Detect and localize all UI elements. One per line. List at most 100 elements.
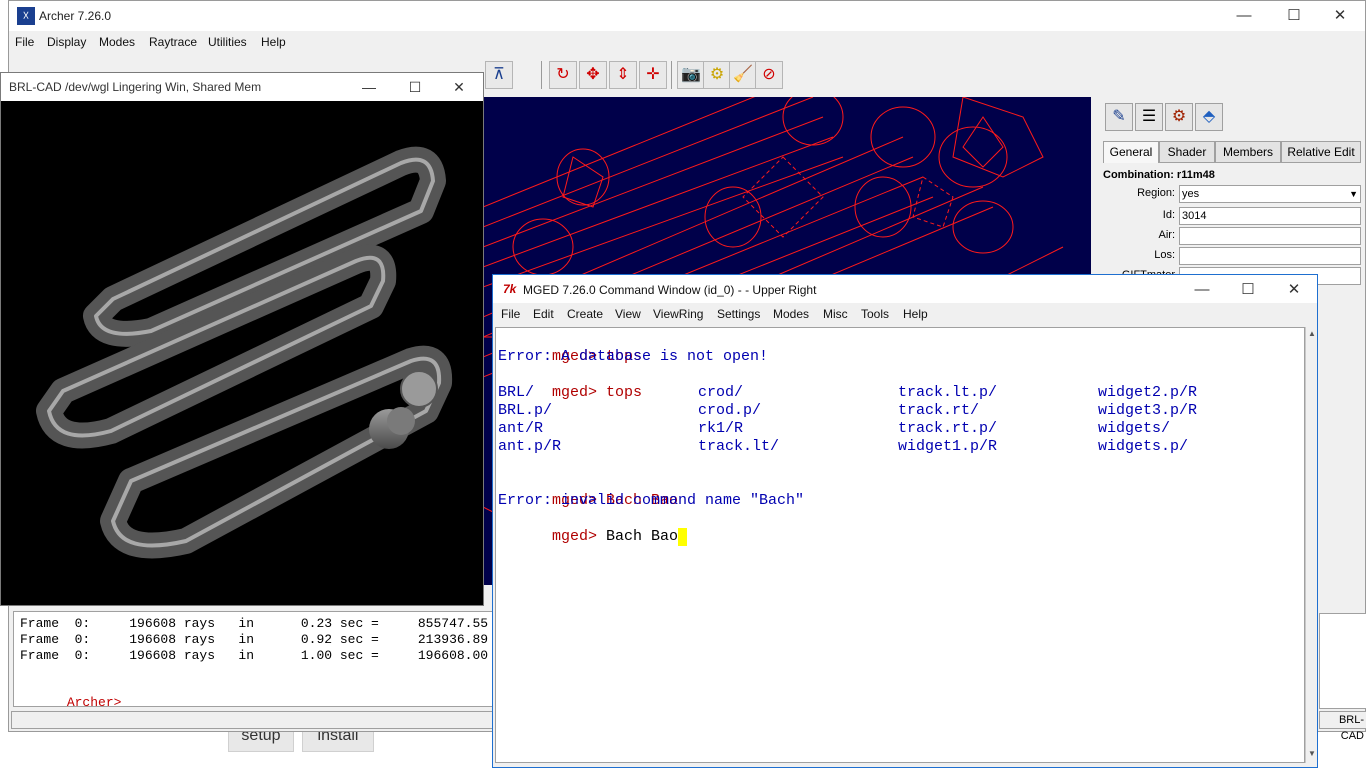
menu-raytrace[interactable]: Raytrace: [149, 35, 197, 49]
los-field[interactable]: [1179, 247, 1361, 265]
tab-members[interactable]: Members: [1215, 141, 1281, 163]
list-item: track.rt.p/: [898, 420, 998, 437]
right-console-pane[interactable]: [1319, 613, 1366, 709]
mged-prompt: mged>: [552, 528, 598, 545]
menu-misc[interactable]: Misc: [823, 307, 848, 321]
console-line: Frame 0: 196608 rays in 0.23 sec = 85574…: [20, 616, 489, 631]
id-field[interactable]: 3014: [1179, 207, 1361, 225]
tk-feather-icon: 7k: [503, 282, 517, 296]
region-label: Region:: [1137, 187, 1175, 199]
terminal-input-line[interactable]: mged> Bach Bao: [498, 510, 688, 546]
brlcad-titlebar[interactable]: BRL-CAD /dev/wgl Lingering Win, Shared M…: [1, 73, 483, 101]
menu-settings[interactable]: Settings: [717, 307, 760, 321]
list-item: widget1.p/R: [898, 438, 998, 455]
settings-gear-icon[interactable]: ⚙: [703, 61, 731, 89]
region-select[interactable]: yes ▼: [1179, 185, 1361, 203]
tools-gear-icon[interactable]: ⚙: [1165, 103, 1193, 131]
scroll-up-icon[interactable]: ▲: [1307, 329, 1317, 339]
tab-shader[interactable]: Shader: [1159, 141, 1215, 163]
broom-icon[interactable]: 🧹: [729, 61, 757, 89]
list-item: track.lt/: [698, 438, 780, 455]
list-item: ant.p/R: [498, 438, 562, 455]
rotate-icon[interactable]: ↻: [549, 61, 577, 89]
menu-create[interactable]: Create: [567, 307, 603, 321]
vertical-scrollbar[interactable]: ▲ ▼: [1305, 327, 1317, 763]
archer-menubar: File Display Modes Raytrace Utilities He…: [9, 31, 1365, 53]
maximize-button[interactable]: ☐: [1271, 3, 1317, 29]
list-item: widget2.p/R: [1098, 384, 1198, 401]
menu-display[interactable]: Display: [47, 35, 86, 49]
stop-icon[interactable]: ⊘: [755, 61, 783, 89]
minimize-button[interactable]: —: [1221, 3, 1267, 29]
list-item: track.rt/: [898, 402, 980, 419]
archer-titlebar[interactable]: ☓ Archer 7.26.0 — ☐ ✕: [9, 1, 1365, 31]
list-item: track.lt.p/: [898, 384, 998, 401]
archer-status-bar: [11, 711, 495, 729]
archer-prompt: Archer>: [66, 695, 122, 707]
ruler-icon[interactable]: ⊼: [485, 61, 513, 89]
toolbar-separator: [541, 61, 542, 89]
raytraced-tracks-image: [36, 146, 453, 559]
layers-icon[interactable]: ⬘: [1195, 103, 1223, 131]
menu-tools[interactable]: Tools: [861, 307, 889, 321]
minimize-button[interactable]: —: [1179, 277, 1225, 303]
mged-menubar: File Edit Create View ViewRing Settings …: [493, 303, 1317, 325]
list-item: widgets.p/: [1098, 438, 1189, 455]
list-item: BRL.p/: [498, 402, 553, 419]
list-item: ant/R: [498, 420, 544, 437]
minimize-button[interactable]: —: [347, 74, 391, 100]
console-line: Frame 0: 196608 rays in 0.92 sec = 21393…: [20, 632, 489, 647]
tops-output: BRL/ crod/ track.lt.p/ widget2.p/R BRL.p…: [498, 384, 1298, 456]
terminal-line: mged> tops: [498, 366, 642, 401]
command-input[interactable]: Bach Bao: [606, 528, 678, 545]
tab-relative-edit[interactable]: Relative Edit: [1281, 141, 1361, 163]
list-item: widget3.p/R: [1098, 402, 1198, 419]
maximize-button[interactable]: ☐: [1225, 277, 1271, 303]
close-button[interactable]: ✕: [437, 74, 481, 100]
tab-general[interactable]: General: [1103, 141, 1159, 163]
list-item: rk1/R: [698, 420, 744, 437]
menu-file[interactable]: File: [15, 35, 34, 49]
camera-icon[interactable]: 📷: [677, 61, 705, 89]
translate-icon[interactable]: ✥: [579, 61, 607, 89]
los-label: Los:: [1154, 249, 1175, 261]
text-list-icon[interactable]: ☰: [1135, 103, 1163, 131]
list-item: crod/: [698, 384, 744, 401]
mged-command-window: 7k MGED 7.26.0 Command Window (id_0) - -…: [492, 274, 1318, 768]
console-line: Frame 0: 196608 rays in 1.00 sec = 19660…: [20, 648, 489, 663]
mged-title: MGED 7.26.0 Command Window (id_0) - - Up…: [523, 283, 817, 297]
archer-console[interactable]: Frame 0: 196608 rays in 0.23 sec = 85574…: [13, 611, 497, 707]
menu-edit[interactable]: Edit: [533, 307, 554, 321]
close-button[interactable]: ✕: [1317, 3, 1363, 29]
center-icon[interactable]: ✛: [639, 61, 667, 89]
brlcad-title: BRL-CAD /dev/wgl Lingering Win, Shared M…: [9, 80, 262, 94]
menu-view[interactable]: View: [615, 307, 641, 321]
air-field[interactable]: [1179, 227, 1361, 245]
id-label: Id:: [1162, 209, 1175, 221]
mged-terminal[interactable]: mged> tops Error: A database is not open…: [495, 327, 1305, 763]
menu-utilities[interactable]: Utilities: [208, 35, 247, 49]
air-label: Air:: [1158, 229, 1176, 241]
close-button[interactable]: ✕: [1271, 277, 1317, 303]
terminal-line: mged> tops: [498, 330, 642, 365]
menu-viewring[interactable]: ViewRing: [653, 307, 703, 321]
combination-label: Combination: r11m48: [1103, 169, 1215, 181]
menu-modes[interactable]: Modes: [99, 35, 135, 49]
region-value: yes: [1182, 188, 1200, 200]
edit-icon[interactable]: ✎: [1105, 103, 1133, 131]
chevron-down-icon: ▼: [1349, 189, 1358, 199]
brlcad-render-window: BRL-CAD /dev/wgl Lingering Win, Shared M…: [0, 72, 484, 606]
terminal-line: mged> Bach Bao: [498, 474, 678, 509]
text-cursor: [678, 528, 688, 546]
scroll-down-icon[interactable]: ▼: [1307, 749, 1317, 759]
list-item: BRL/: [498, 384, 535, 401]
mged-titlebar[interactable]: 7k MGED 7.26.0 Command Window (id_0) - -…: [493, 275, 1317, 303]
raytrace-canvas[interactable]: [1, 101, 483, 605]
scale-icon[interactable]: ⇕: [609, 61, 637, 89]
menu-help[interactable]: Help: [903, 307, 928, 321]
list-item: crod.p/: [698, 402, 762, 419]
maximize-button[interactable]: ☐: [393, 74, 437, 100]
menu-help[interactable]: Help: [261, 35, 286, 49]
menu-modes[interactable]: Modes: [773, 307, 809, 321]
menu-file[interactable]: File: [501, 307, 520, 321]
